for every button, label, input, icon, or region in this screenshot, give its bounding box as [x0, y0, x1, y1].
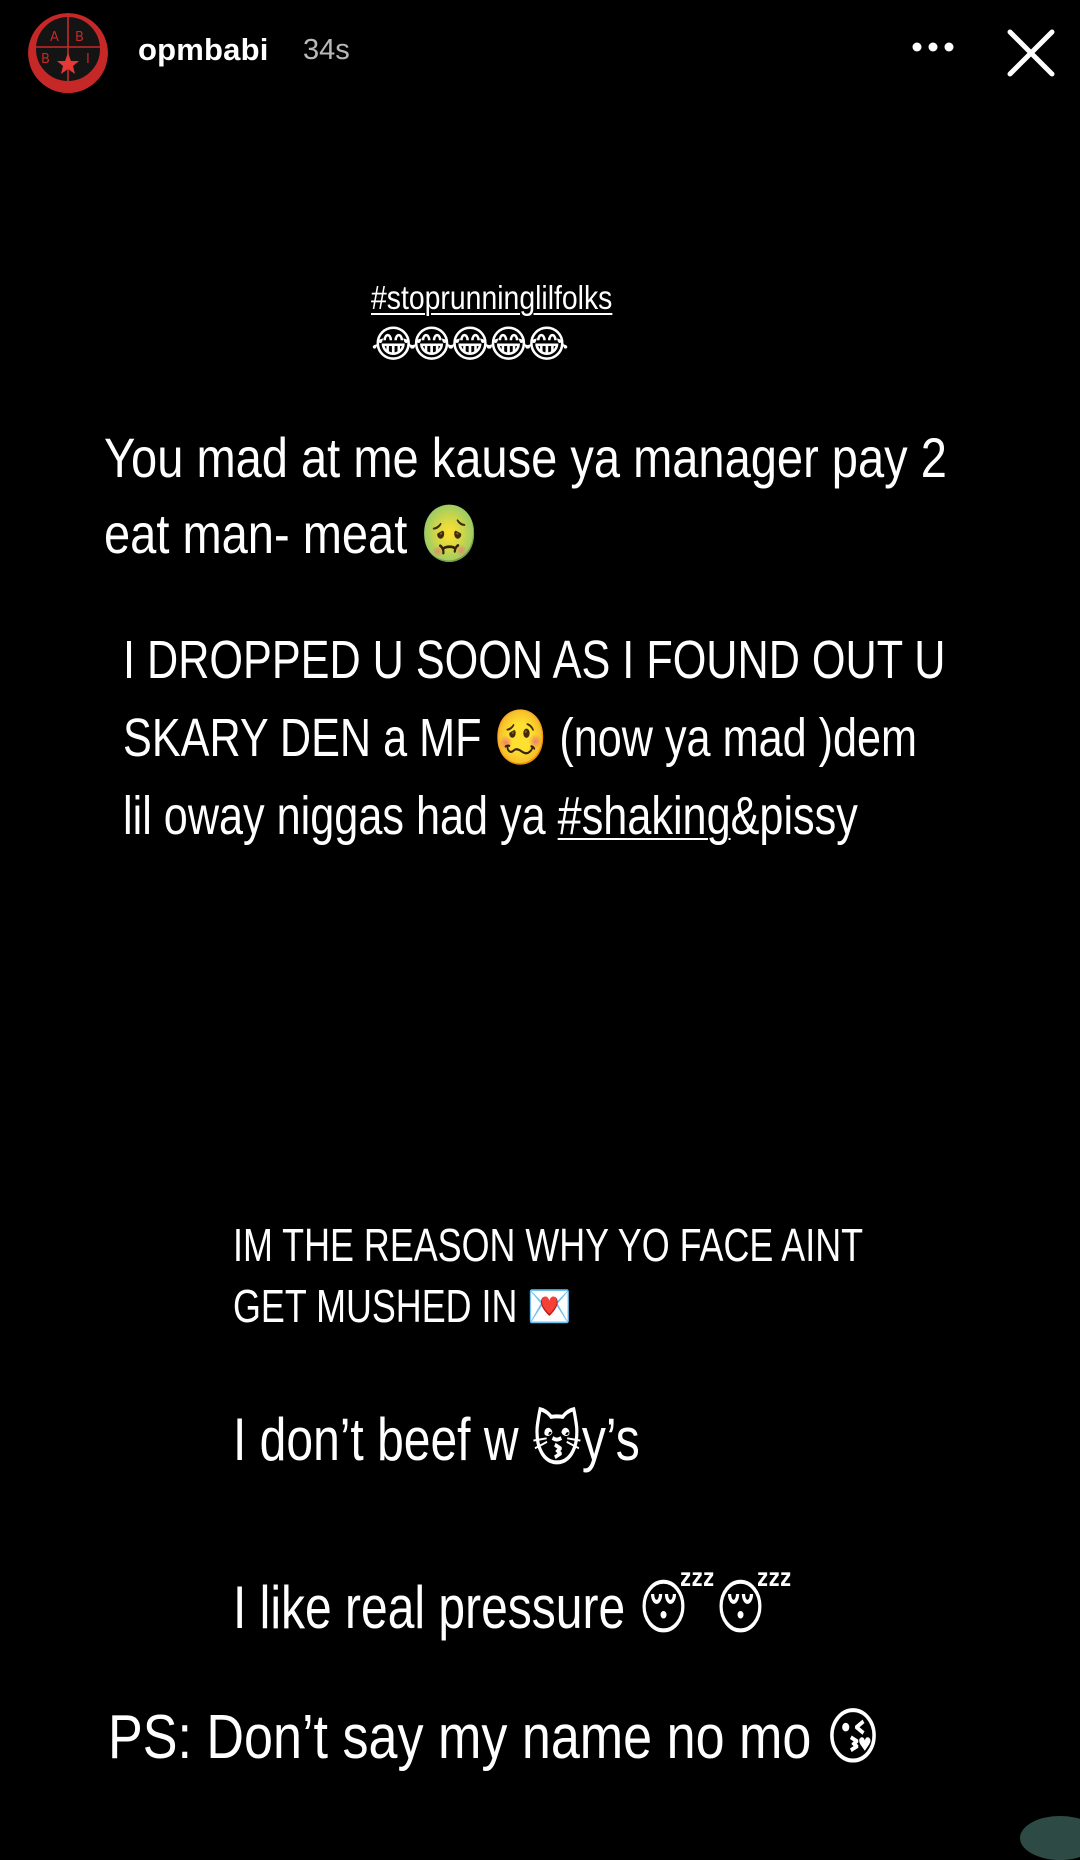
story-text: GET MUSHED IN	[233, 1280, 528, 1332]
kissing-cat-emoji-icon: 😽	[531, 1405, 582, 1475]
story-text: SKARY DEN a MF	[123, 708, 494, 768]
story-text-line: GET MUSHED IN 💌	[233, 1276, 572, 1336]
more-dots-icon	[912, 42, 954, 52]
story-text: eat man- meat	[104, 502, 421, 565]
svg-text:A: A	[50, 30, 59, 45]
story-text: (now ya mad )dem	[547, 708, 918, 768]
story-text-line: I like real pressure 😴😴	[233, 1568, 792, 1648]
laughing-emoji-icon: 😂😂😂😂😂	[371, 322, 569, 366]
love-letter-emoji-icon: 💌	[527, 1279, 573, 1333]
story-text: I like real pressure	[233, 1574, 639, 1641]
close-icon	[1007, 29, 1055, 77]
nauseated-face-emoji-icon: 🤢	[420, 502, 479, 567]
profile-avatar[interactable]: A B B I	[28, 13, 108, 93]
svg-text:I: I	[86, 52, 90, 67]
story-text: I don’t beef w	[233, 1406, 532, 1473]
story-timestamp: 34s	[303, 34, 350, 66]
username[interactable]: opmbabi	[138, 32, 269, 68]
story-text-line: eat man- meat 🤢	[104, 497, 479, 572]
sleeping-face-emoji-icon: 😴😴	[638, 1573, 793, 1643]
story-text-line: PS: Don’t say my name no mo 😘	[108, 1696, 880, 1779]
story-text-line: IM THE REASON WHY YO FACE AINT	[233, 1219, 864, 1271]
story-text: y’s	[581, 1406, 640, 1473]
woozy-face-emoji-icon: 🥴	[493, 706, 548, 769]
story-text: PS: Don’t say my name no mo	[108, 1703, 826, 1772]
story-text-line: I DROPPED U SOON AS I FOUND OUT U	[123, 630, 946, 690]
corner-decoration	[1020, 1816, 1080, 1860]
laughing-emoji-row: 😂😂😂😂😂	[371, 322, 569, 367]
abbi-logo-icon: A B B I	[28, 13, 108, 93]
svg-text:B: B	[75, 30, 84, 45]
hashtag-link[interactable]: #stoprunninglilfolks	[371, 279, 612, 316]
story-text: &pissy	[730, 786, 858, 846]
close-button[interactable]	[1000, 22, 1062, 84]
story-text: lil oway niggas had ya	[123, 786, 558, 846]
blowing-kiss-emoji-icon: 😘	[825, 1700, 881, 1773]
svg-text:B: B	[41, 52, 50, 67]
story-text-line: SKARY DEN a MF 🥴 (now ya mad )dem	[123, 700, 917, 776]
story-text-line: You mad at me kause ya manager pay 2	[104, 426, 947, 489]
more-options-button[interactable]	[898, 22, 968, 72]
hashtag-sticker-stoprunninglilfolks[interactable]: #stoprunninglilfolks	[371, 276, 612, 320]
story-text-line: lil oway niggas had ya #shaking&pissy	[123, 778, 858, 854]
story-text-line: I don’t beef w 😽y’s	[233, 1400, 640, 1480]
hashtag-link-shaking[interactable]: #shaking	[558, 786, 731, 846]
